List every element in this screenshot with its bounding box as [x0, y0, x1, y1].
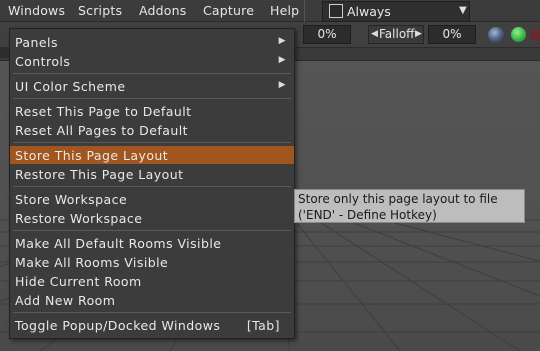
menu-item-store-this-page-layout[interactable]: Store This Page Layout	[10, 146, 294, 164]
always-label: Always	[347, 4, 391, 19]
menubar-separator	[304, 0, 305, 22]
menu-divider	[13, 186, 291, 187]
green-status-icon[interactable]	[511, 27, 526, 42]
menu-item-toggle-popup-docked[interactable]: Toggle Popup/Docked Windows [Tab]	[10, 316, 294, 334]
menu-item-restore-workspace[interactable]: Restore Workspace	[10, 209, 294, 227]
chevron-left-icon[interactable]: ◀	[371, 26, 378, 43]
menu-item-label: Store This Page Layout	[15, 148, 169, 163]
menu-divider	[13, 230, 291, 231]
menu-item-label: Reset This Page to Default	[15, 104, 192, 119]
menu-item-label: Restore Workspace	[15, 211, 143, 226]
tooltip-line-2: ('END' - Define Hotkey)	[298, 208, 437, 222]
menu-item-label: Store Workspace	[15, 192, 128, 207]
shortcut-label: [Tab]	[246, 318, 280, 333]
menu-item-reset-this-page[interactable]: Reset This Page to Default	[10, 102, 294, 120]
menu-item-label: Restore This Page Layout	[15, 167, 184, 182]
submenu-arrow-icon: ▶	[278, 80, 286, 90]
menu-help[interactable]: Help	[270, 3, 299, 18]
left-strip	[0, 48, 9, 58]
windows-menu: Panels ▶ Controls ▶ UI Color Scheme ▶ Re…	[9, 28, 295, 339]
menu-item-label: Make All Rooms Visible	[15, 255, 169, 270]
menu-divider	[13, 142, 291, 143]
menu-divider	[13, 312, 291, 313]
menu-addons[interactable]: Addons	[139, 3, 186, 18]
tooltip: Store only this page layout to file ('EN…	[294, 189, 525, 223]
menu-item-label: Toggle Popup/Docked Windows	[15, 318, 221, 333]
menu-item-hide-current-room[interactable]: Hide Current Room	[10, 272, 294, 290]
menu-item-label: Hide Current Room	[15, 274, 142, 289]
red-indicator-icon[interactable]	[531, 30, 540, 40]
menu-item-panels[interactable]: Panels ▶	[10, 33, 294, 51]
menu-item-label: Panels	[15, 35, 58, 50]
submenu-arrow-icon: ▶	[278, 55, 286, 65]
menu-divider	[13, 98, 291, 99]
menu-item-label: UI Color Scheme	[15, 79, 126, 94]
chevron-down-icon[interactable]: ▼	[459, 5, 467, 16]
falloff-label: Falloff	[379, 27, 415, 41]
sphere-icon[interactable]	[488, 27, 504, 43]
menu-item-label: Make All Default Rooms Visible	[15, 236, 222, 251]
menu-windows[interactable]: Windows	[8, 3, 65, 18]
menu-item-label: Reset All Pages to Default	[15, 123, 189, 138]
menu-item-reset-all-pages[interactable]: Reset All Pages to Default	[10, 121, 294, 139]
tooltip-line-1: Store only this page layout to file	[298, 192, 498, 206]
menu-item-make-all-rooms-visible[interactable]: Make All Rooms Visible	[10, 253, 294, 271]
menu-item-label: Controls	[15, 54, 71, 69]
chevron-right-icon[interactable]: ▶	[415, 26, 422, 43]
menu-item-store-workspace[interactable]: Store Workspace	[10, 190, 294, 208]
menu-item-ui-color-scheme[interactable]: UI Color Scheme ▶	[10, 77, 294, 95]
menu-item-make-default-rooms-visible[interactable]: Make All Default Rooms Visible	[10, 234, 294, 252]
menu-scripts[interactable]: Scripts	[78, 3, 122, 18]
percent-field-2[interactable]: 0%	[428, 25, 476, 44]
menu-bar: Windows Scripts Addons Capture Help Alwa…	[0, 0, 540, 22]
always-checkbox[interactable]	[329, 4, 343, 18]
menu-item-restore-this-page-layout[interactable]: Restore This Page Layout	[10, 165, 294, 183]
falloff-stepper[interactable]: ◀ Falloff ▶	[368, 25, 424, 44]
always-dropdown[interactable]: Always ▼	[322, 1, 470, 22]
menu-item-controls[interactable]: Controls ▶	[10, 52, 294, 70]
menu-capture[interactable]: Capture	[203, 3, 254, 18]
menu-divider	[13, 73, 291, 74]
menu-item-label: Add New Room	[15, 293, 116, 308]
menu-item-add-new-room[interactable]: Add New Room	[10, 291, 294, 309]
percent-field-1[interactable]: 0%	[303, 25, 351, 44]
submenu-arrow-icon: ▶	[278, 36, 286, 46]
